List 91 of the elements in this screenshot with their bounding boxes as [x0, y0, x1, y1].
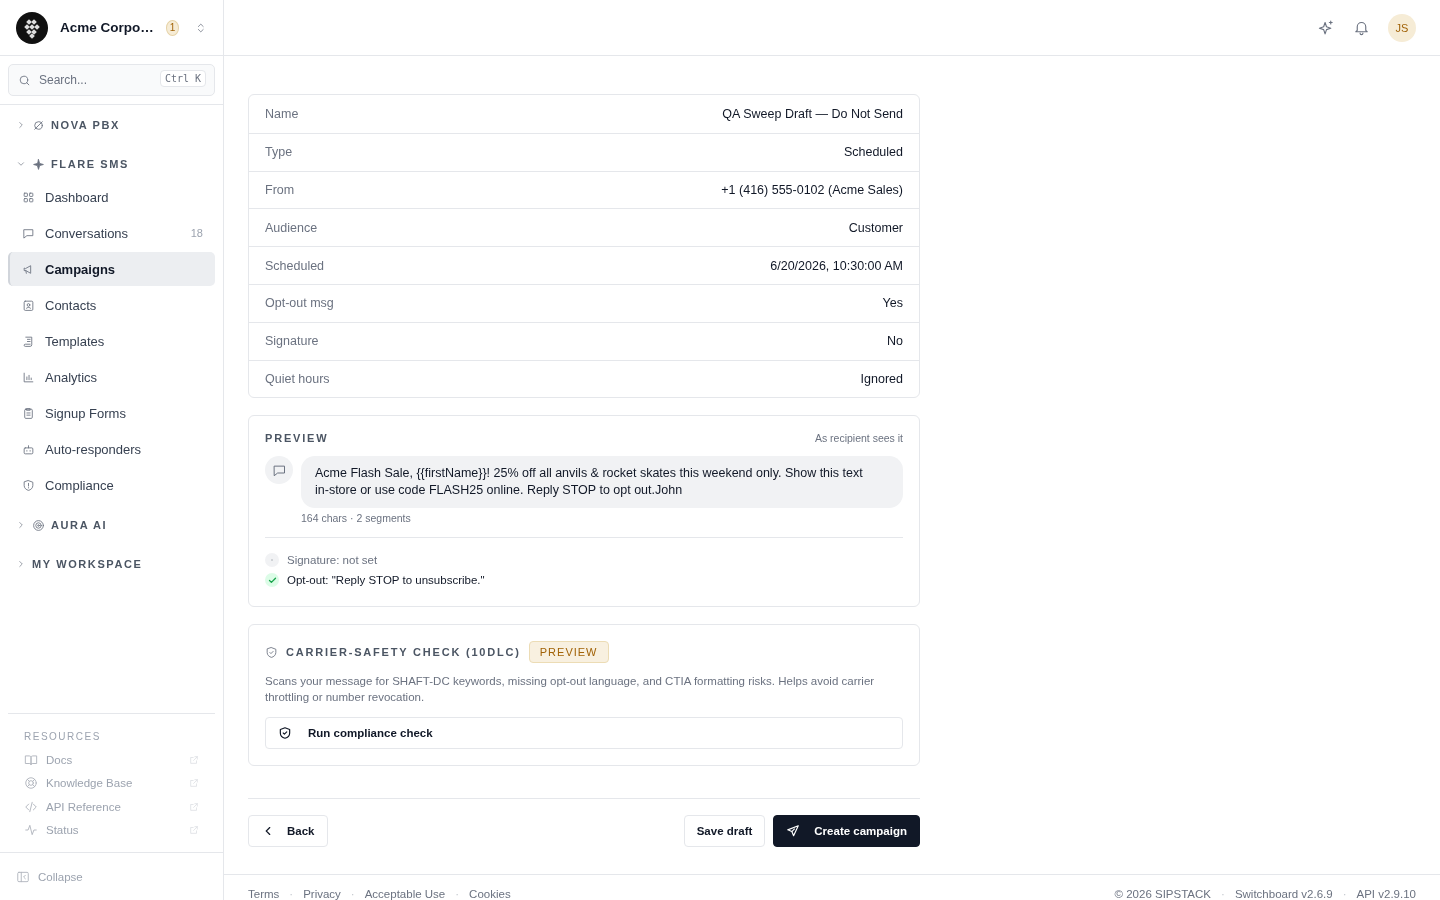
- section-heading: RESOURCES: [24, 731, 101, 742]
- run-check-button[interactable]: Run compliance check: [265, 717, 903, 750]
- robot-icon: [22, 442, 35, 456]
- field-value: +1 (416) 555-0102 (Acme Sales): [721, 183, 903, 197]
- send-icon: [786, 824, 801, 839]
- search-icon: [18, 74, 31, 87]
- nav-item[interactable]: Contacts: [8, 288, 215, 322]
- message-icon: [265, 456, 293, 485]
- user-avatar[interactable]: JS: [1388, 13, 1416, 42]
- field-label: From: [265, 183, 295, 197]
- create-campaign-button[interactable]: Create campaign: [773, 815, 920, 848]
- chevron-right-icon: [16, 559, 26, 569]
- footer-link[interactable]: Acceptable Use: [364, 888, 446, 900]
- item-count: 18: [190, 227, 203, 239]
- nav-section[interactable]: MY WORKSPACE: [8, 548, 215, 580]
- sidebar-collapse-icon: [16, 869, 30, 884]
- shield-icon: [22, 478, 35, 492]
- field-label: Opt-out msg: [265, 296, 334, 311]
- nav-item[interactable]: Conversations 18: [8, 216, 215, 250]
- field-value: 6/20/2026, 10:30:00 AM: [770, 258, 903, 273]
- nav-item[interactable]: Compliance: [8, 468, 215, 502]
- card-title: CARRIER-SAFETY CHECK (10DLC): [286, 646, 521, 659]
- dashboard-icon: [22, 190, 35, 204]
- check-text: Opt-out: "Reply STOP to unsubscribe.": [287, 574, 485, 587]
- footer-text: API v2.9.10: [1356, 888, 1416, 900]
- card-note: As recipient sees it: [814, 432, 903, 445]
- sparkles-icon: [1318, 19, 1335, 36]
- chevron-down-icon: [16, 159, 26, 169]
- field-label: Name: [265, 106, 299, 121]
- field-label: Quiet hours: [265, 371, 330, 386]
- book-icon: [24, 752, 38, 767]
- notification-badge: 1: [165, 19, 180, 36]
- field-value: No: [887, 334, 903, 349]
- separator-dot: ·: [455, 888, 460, 900]
- contact-card-icon: [22, 298, 35, 312]
- external-link-icon: [189, 825, 199, 836]
- field-label: Audience: [265, 220, 318, 235]
- code-icon: [24, 799, 38, 814]
- footer-link[interactable]: Cookies: [469, 888, 511, 900]
- card-description: Scans your message for SHAFT-DC keywords, missing opt-out language, and CTIA formatting risks. Helps avoid carrier throttling or number revocation.: [265, 674, 876, 706]
- shield-check-icon: [278, 726, 292, 741]
- footer-text: Switchboard v2.6.9: [1234, 888, 1333, 900]
- workspace-name[interactable]: Acme Corpo…: [60, 20, 154, 35]
- sparkle-icon: [32, 157, 45, 171]
- message-bubble: Acme Flash Sale, {{firstName}}! 25% off all anvils & rocket skates this weekend only. Show this text in-store or use code FLASH25 online. Reply STOP to opt out.John: [301, 456, 903, 509]
- field-value: Ignored: [860, 371, 903, 386]
- check-text: Signature: not set: [287, 554, 378, 567]
- nav-section[interactable]: NOVA PBX: [8, 109, 215, 141]
- field-label: Scheduled: [265, 258, 325, 273]
- scroll-icon: [22, 334, 35, 348]
- message-stats: 164 chars · 2 segments: [301, 512, 412, 525]
- chat-icon: [22, 226, 35, 240]
- lifebuoy-icon: [24, 776, 38, 791]
- logo-icon: [16, 11, 48, 44]
- field-value: Scheduled: [843, 145, 903, 160]
- clipboard-icon: [22, 406, 35, 420]
- field-value: Yes: [882, 296, 903, 311]
- field-value: QA Sweep Draft — Do Not Send: [722, 106, 903, 121]
- shield-check-icon: [265, 645, 278, 659]
- chevron-right-icon: [16, 520, 26, 530]
- separator-dot: ·: [1342, 888, 1347, 900]
- shortcut-key: Ctrl K: [159, 70, 206, 87]
- separator-dot: ·: [289, 888, 294, 900]
- footer-text: © 2026 SIPSTACK: [1114, 888, 1212, 900]
- pulse-icon: [24, 823, 38, 838]
- bar-chart-icon: [22, 370, 35, 384]
- nav-item[interactable]: Auto-responders: [8, 432, 215, 466]
- nav-section[interactable]: AURA AI: [8, 509, 215, 541]
- back-button[interactable]: Back: [248, 815, 328, 848]
- field-label: Signature: [265, 334, 319, 349]
- separator-dot: ·: [1221, 888, 1225, 900]
- external-link-icon: [189, 801, 199, 812]
- nav-item[interactable]: Templates: [8, 324, 215, 358]
- nav-item[interactable]: Campaigns: [8, 252, 215, 286]
- external-link-icon: [189, 778, 199, 789]
- nav-item[interactable]: Analytics: [8, 360, 215, 394]
- nav-section[interactable]: FLARE SMS: [8, 148, 215, 180]
- field-label: Type: [265, 145, 293, 160]
- field-value: Customer: [848, 220, 903, 235]
- external-link-icon: [189, 754, 199, 765]
- footer-link[interactable]: Privacy: [303, 888, 341, 900]
- footer-link[interactable]: Terms: [248, 888, 280, 900]
- nav-item[interactable]: Signup Forms: [8, 396, 215, 430]
- bell-icon: [1353, 19, 1370, 36]
- separator-dot: ·: [350, 888, 355, 900]
- preview-badge: PREVIEW: [528, 641, 609, 664]
- chevron-right-icon: [16, 120, 26, 130]
- card-title: PREVIEW: [265, 432, 329, 445]
- save-draft-button[interactable]: Save draft: [683, 815, 766, 848]
- nav-item[interactable]: Dashboard: [8, 180, 215, 214]
- target-icon: [32, 518, 45, 532]
